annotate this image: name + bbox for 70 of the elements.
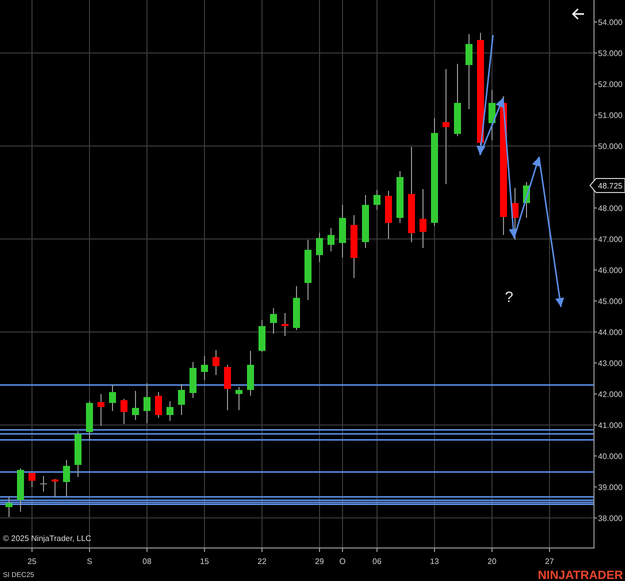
candlestick xyxy=(304,239,312,301)
candlestick xyxy=(247,350,254,396)
candlestick xyxy=(224,364,231,411)
y-axis-label: 41.000 xyxy=(598,420,622,430)
candlestick xyxy=(420,188,426,248)
x-axis-label: 27 xyxy=(545,557,554,566)
y-axis-label: 43.000 xyxy=(598,358,622,368)
candlestick xyxy=(40,476,47,492)
x-axis-label: 20 xyxy=(488,557,496,566)
x-axis-label: 22 xyxy=(258,557,266,566)
candlestick xyxy=(74,430,82,478)
candlestick xyxy=(120,398,128,425)
y-axis-label: 40.000 xyxy=(598,452,622,461)
candlestick xyxy=(178,384,185,416)
y-axis-label: 51.000 xyxy=(598,111,622,120)
x-axis-label: S xyxy=(86,557,92,566)
candlestick xyxy=(396,170,404,224)
candlestick xyxy=(17,468,24,512)
candlestick xyxy=(362,194,369,248)
y-axis-label: 44.000 xyxy=(598,328,622,337)
copyright-text: © 2025 NinjaTrader, LLC xyxy=(3,533,92,545)
y-axis-label: 52.000 xyxy=(598,80,622,89)
y-axis-label: 47.000 xyxy=(598,234,622,244)
candlestick xyxy=(316,232,323,262)
y-axis-label: 50.000 xyxy=(598,142,622,151)
x-axis-label: 25 xyxy=(28,557,36,566)
candlestick xyxy=(6,496,12,518)
candlestick xyxy=(28,472,36,488)
candlestick xyxy=(155,392,162,418)
x-axis-label: 08 xyxy=(142,557,152,566)
x-axis-label: 15 xyxy=(200,557,209,566)
y-axis-label: 45.000 xyxy=(598,296,622,306)
candlestick xyxy=(258,319,266,353)
candlestick xyxy=(190,362,196,398)
y-axis-label: 48.000 xyxy=(598,204,622,213)
candlestick xyxy=(328,228,334,252)
candlestick xyxy=(144,382,150,424)
candlestick xyxy=(374,190,380,210)
x-axis-label: O xyxy=(339,557,346,566)
candlestick xyxy=(293,286,300,331)
price-label: 48.725 xyxy=(589,178,625,193)
y-axis-label: 54.000 xyxy=(598,18,622,27)
y-axis-label: 46.000 xyxy=(598,266,622,275)
candlestick xyxy=(52,478,58,498)
candlestick xyxy=(201,355,208,380)
candlestick xyxy=(385,190,392,240)
candlestick xyxy=(132,390,139,420)
x-axis-label: 13 xyxy=(430,557,439,566)
candlestick xyxy=(166,400,174,422)
question-mark: ? xyxy=(504,289,514,306)
candlestick xyxy=(339,204,346,258)
candlestick xyxy=(86,400,93,440)
candlestick xyxy=(98,393,104,426)
logo: NINJATRADER xyxy=(538,567,623,581)
y-axis-label: 42.000 xyxy=(598,390,622,399)
candlestick xyxy=(270,308,277,334)
back-arrow-icon[interactable] xyxy=(571,7,585,21)
candlestick xyxy=(488,89,496,141)
candlestick xyxy=(523,181,530,218)
candlestick xyxy=(109,384,116,412)
candlestick xyxy=(282,312,288,336)
candlestick xyxy=(212,349,220,376)
y-axis-label: 39.000 xyxy=(598,482,622,492)
y-axis-label: 53.000 xyxy=(598,49,622,58)
candlestick xyxy=(350,214,358,279)
candlestick xyxy=(236,386,242,411)
x-axis-label: 06 xyxy=(372,557,382,566)
x-axis-label: 29 xyxy=(315,557,324,566)
y-axis-label: 38.000 xyxy=(598,514,622,523)
candlestick xyxy=(63,459,70,498)
